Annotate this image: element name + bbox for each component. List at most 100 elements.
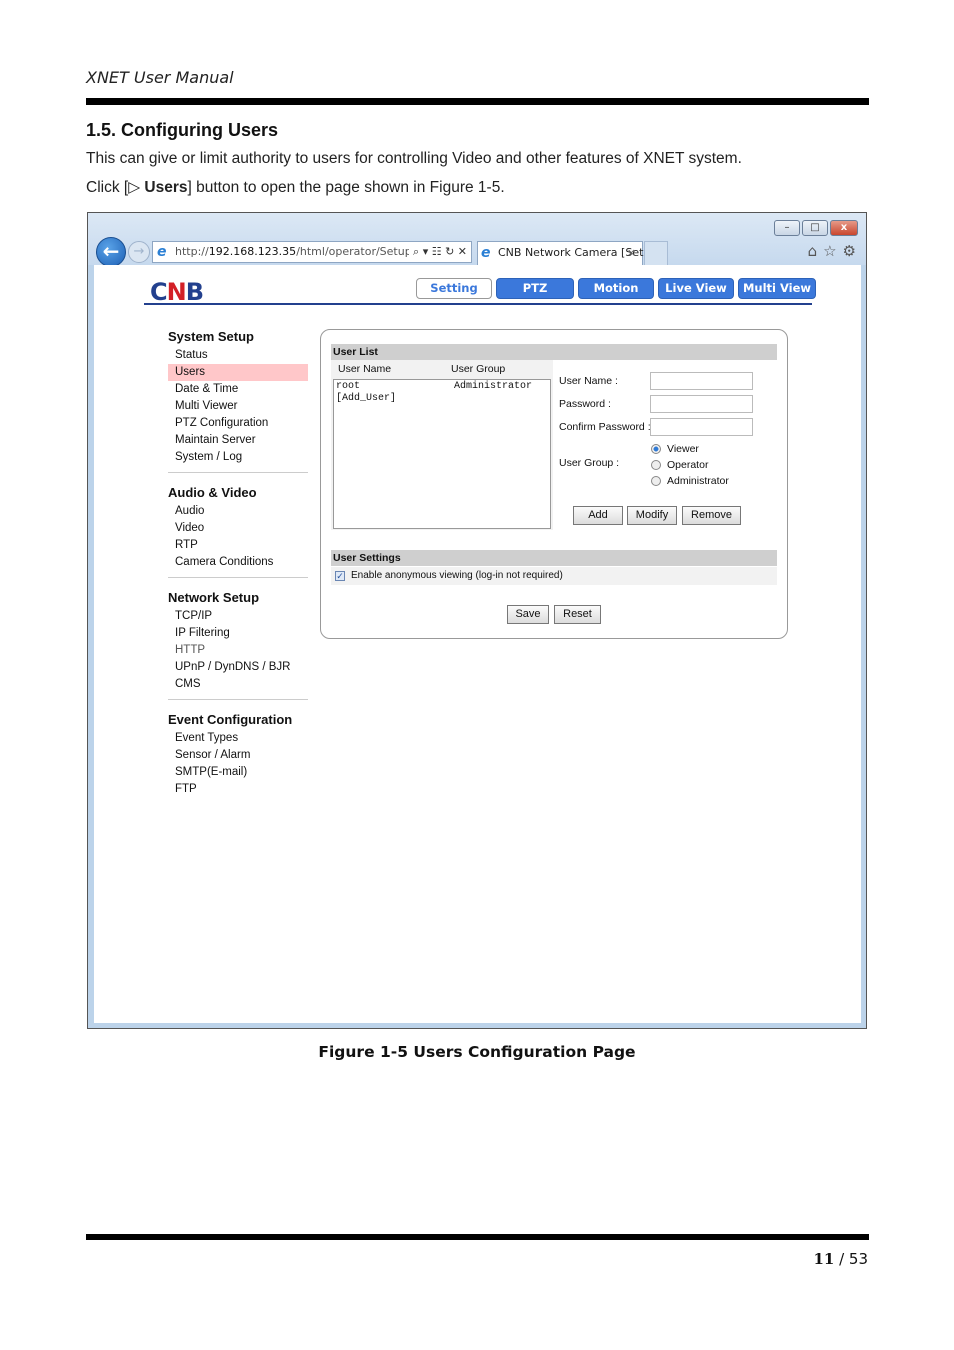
sidebar-group-event-configuration: Event Configuration Event Types Sensor /… bbox=[168, 710, 308, 798]
sidebar-item-ptz-configuration[interactable]: PTZ Configuration bbox=[168, 415, 308, 432]
new-tab-button[interactable] bbox=[644, 241, 668, 265]
intro-paragraph: This can give or limit authority to user… bbox=[86, 150, 742, 167]
section-title: 1.5. Configuring Users bbox=[86, 120, 279, 140]
minimize-button[interactable]: – bbox=[774, 220, 800, 236]
nav-motion[interactable]: Motion bbox=[578, 278, 654, 299]
remove-button[interactable]: Remove bbox=[682, 506, 741, 525]
tab-close-icon[interactable]: × bbox=[627, 242, 636, 264]
address-tools-icons[interactable]: ⌕ ▾ ☷ ↻ ✕ bbox=[409, 242, 467, 262]
radio-unselected-icon bbox=[651, 460, 661, 470]
sidebar-item-camera-conditions[interactable]: Camera Conditions bbox=[168, 554, 308, 571]
column-header-user-group: User Group bbox=[451, 363, 506, 375]
users-panel: User List User Name User Group root Admi… bbox=[320, 329, 788, 639]
sidebar-heading: Network Setup bbox=[168, 590, 260, 605]
sidebar-item-ftp[interactable]: FTP bbox=[168, 781, 308, 798]
sidebar-divider bbox=[168, 577, 308, 578]
list-item[interactable]: root Administrator bbox=[336, 381, 548, 393]
instruction-paragraph: Click [▷ Users] button to open the page … bbox=[86, 178, 505, 197]
radio-viewer[interactable]: Viewer bbox=[651, 443, 699, 455]
sidebar-item-tcp-ip[interactable]: TCP/IP bbox=[168, 608, 308, 625]
anonymous-viewing-checkbox[interactable]: ✓ bbox=[335, 571, 345, 581]
sidebar-item-maintain-server[interactable]: Maintain Server bbox=[168, 432, 308, 449]
nav-multi-view[interactable]: Multi View bbox=[738, 278, 816, 299]
address-bar[interactable]: e http://192.168.123.35/html/operator/Se… bbox=[152, 241, 472, 263]
nav-setting[interactable]: Setting bbox=[416, 278, 492, 299]
footer-rule bbox=[86, 1234, 869, 1240]
radio-viewer-label: Viewer bbox=[667, 443, 699, 455]
anonymous-viewing-row: ✓ Enable anonymous viewing (log-in not r… bbox=[331, 567, 777, 585]
sidebar-item-smtp[interactable]: SMTP(E-mail) bbox=[168, 764, 308, 781]
figure-caption: Figure 1-5 Users Configuration Page bbox=[318, 1043, 636, 1061]
sidebar-item-ip-filtering[interactable]: IP Filtering bbox=[168, 625, 308, 642]
user-settings-title: User Settings bbox=[331, 550, 777, 566]
sidebar-group-system-setup: System Setup Status Users Date & Time Mu… bbox=[168, 327, 308, 473]
browser-window-screenshot: – □ x ← → e http://192.168.123.35/html/o… bbox=[87, 212, 867, 1029]
sidebar-item-users[interactable]: Users bbox=[168, 364, 308, 381]
sidebar-item-video[interactable]: Video bbox=[168, 520, 308, 537]
home-icon[interactable]: ⌂ bbox=[808, 242, 818, 260]
user-name-label: User Name : bbox=[559, 375, 618, 387]
anonymous-viewing-label: Enable anonymous viewing (log-in not req… bbox=[351, 570, 563, 581]
sidebar-item-status[interactable]: Status bbox=[168, 347, 308, 364]
nav-ptz[interactable]: PTZ bbox=[496, 278, 574, 299]
reset-button[interactable]: Reset bbox=[554, 605, 601, 624]
sidebar-group-network-setup: Network Setup TCP/IP IP Filtering HTTP U… bbox=[168, 588, 308, 700]
sidebar-item-rtp[interactable]: RTP bbox=[168, 537, 308, 554]
sidebar-divider bbox=[168, 472, 308, 473]
radio-selected-icon bbox=[651, 444, 661, 454]
radio-operator[interactable]: Operator bbox=[651, 459, 708, 471]
user-list-title: User List bbox=[331, 344, 777, 360]
sidebar-item-http[interactable]: HTTP bbox=[168, 642, 308, 659]
radio-operator-label: Operator bbox=[667, 459, 709, 471]
user-listbox[interactable]: root Administrator [Add_User] bbox=[333, 379, 551, 529]
tab-ie-icon: e bbox=[481, 245, 491, 261]
instruction-users-term: Users bbox=[144, 179, 188, 196]
instruction-suffix: ] button to open the page shown in Figur… bbox=[187, 179, 505, 196]
radio-administrator[interactable]: Administrator bbox=[651, 475, 729, 487]
sidebar-item-upnp-dyndns-bjr[interactable]: UPnP / DynDNS / BJR bbox=[168, 659, 308, 676]
sidebar-heading: Audio & Video bbox=[168, 485, 257, 500]
sidebar-item-system-log[interactable]: System / Log bbox=[168, 449, 308, 466]
setup-sidebar: System Setup Status Users Date & Time Mu… bbox=[168, 327, 308, 806]
star-icon[interactable]: ☆ bbox=[823, 242, 836, 260]
sidebar-item-audio[interactable]: Audio bbox=[168, 503, 308, 520]
sidebar-divider bbox=[168, 699, 308, 700]
sidebar-item-date-time[interactable]: Date & Time bbox=[168, 381, 308, 398]
gear-icon[interactable]: ⚙ bbox=[843, 242, 856, 260]
maximize-button[interactable]: □ bbox=[802, 220, 828, 236]
nav-live-view[interactable]: Live View bbox=[658, 278, 734, 299]
user-form: User Name : Password : Confirm Password … bbox=[559, 360, 779, 530]
modify-button[interactable]: Modify bbox=[627, 506, 677, 525]
browser-tab[interactable]: e CNB Network Camera [Set... × bbox=[477, 241, 654, 265]
page-separator: / bbox=[834, 1250, 849, 1268]
sidebar-item-cms[interactable]: CMS bbox=[168, 676, 308, 693]
logo-c: C bbox=[150, 278, 168, 306]
save-button[interactable]: Save bbox=[507, 605, 549, 624]
instruction-prefix: Click [▷ bbox=[86, 179, 145, 196]
header-rule bbox=[86, 98, 869, 105]
nav-divider bbox=[144, 303, 812, 305]
cnb-logo: CNB bbox=[150, 278, 204, 306]
logo-b: B bbox=[185, 278, 204, 306]
sidebar-item-event-types[interactable]: Event Types bbox=[168, 730, 308, 747]
document-header: XNET User Manual bbox=[86, 68, 234, 87]
browser-viewport: CNB Setting PTZ Motion Live View Multi V… bbox=[94, 265, 861, 1023]
password-input[interactable] bbox=[650, 395, 753, 413]
browser-titlebar: – □ x ← → e http://192.168.123.35/html/o… bbox=[88, 213, 866, 267]
list-item-group: Administrator bbox=[454, 381, 533, 392]
forward-button[interactable]: → bbox=[128, 241, 150, 263]
sidebar-item-sensor-alarm[interactable]: Sensor / Alarm bbox=[168, 747, 308, 764]
page-total: 53 bbox=[848, 1250, 868, 1268]
close-button[interactable]: x bbox=[830, 220, 858, 236]
add-button[interactable]: Add bbox=[573, 506, 623, 525]
back-arrow-icon: ← bbox=[102, 239, 120, 263]
logo-n: N bbox=[166, 278, 187, 306]
user-name-input[interactable] bbox=[650, 372, 753, 390]
sidebar-item-multi-viewer[interactable]: Multi Viewer bbox=[168, 398, 308, 415]
back-button[interactable]: ← bbox=[96, 237, 126, 267]
confirm-password-input[interactable] bbox=[650, 418, 753, 436]
window-controls: – □ x bbox=[774, 220, 858, 236]
list-item[interactable]: [Add_User] bbox=[336, 393, 548, 405]
sidebar-group-audio-video: Audio & Video Audio Video RTP Camera Con… bbox=[168, 483, 308, 578]
list-item-name: [Add_User] bbox=[336, 393, 397, 404]
